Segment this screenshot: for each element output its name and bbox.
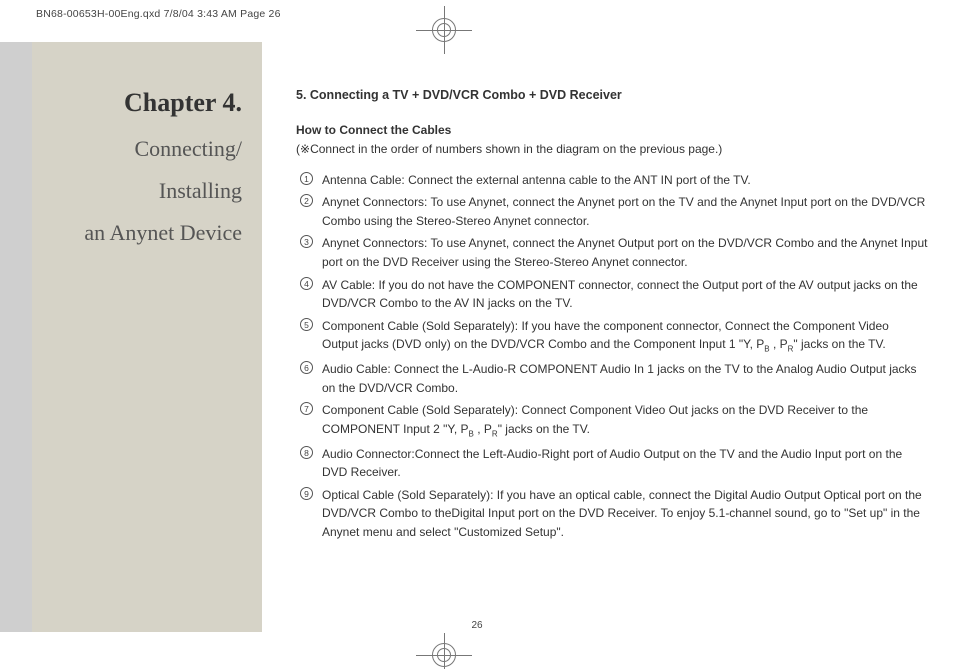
- step-text: Audio Cable: Connect the L-Audio-R COMPO…: [322, 362, 917, 395]
- chapter-title-line3: an Anynet Device: [32, 212, 242, 254]
- section-title: 5. Connecting a TV + DVD/VCR Combo + DVD…: [296, 86, 928, 105]
- crop-mark-top: [420, 6, 468, 54]
- order-note: (※Connect in the order of numbers shown …: [296, 140, 928, 159]
- step-number-icon: 3: [300, 235, 313, 248]
- step-number-icon: 1: [300, 172, 313, 185]
- step-text: Anynet Connectors: To use Anynet, connec…: [322, 195, 925, 228]
- step-number-icon: 5: [300, 318, 313, 331]
- chapter-sidebar: Chapter 4. Connecting/ Installing an Any…: [32, 42, 262, 632]
- step-item: 6 Audio Cable: Connect the L-Audio-R COMP…: [300, 360, 928, 397]
- step-number-icon: 9: [300, 487, 313, 500]
- steps-list: 1 Antenna Cable: Connect the external ant…: [296, 171, 928, 542]
- step-item: 5 Component Cable (Sold Separately): If y…: [300, 317, 928, 356]
- chapter-number: Chapter 4.: [32, 88, 242, 118]
- main-content: 5. Connecting a TV + DVD/VCR Combo + DVD…: [296, 86, 928, 546]
- step-item: 8 Audio Connector:Connect the Left-Audio-…: [300, 445, 928, 482]
- step-item: 2 Anynet Connectors: To use Anynet, conne…: [300, 193, 928, 230]
- step-number-icon: 8: [300, 446, 313, 459]
- step-text: Component Cable (Sold Separately): If yo…: [322, 319, 889, 352]
- howto-heading: How to Connect the Cables: [296, 121, 928, 140]
- page-number: 26: [471, 620, 482, 631]
- step-item: 7 Component Cable (Sold Separately): Conn…: [300, 401, 928, 440]
- crop-mark-bottom: [420, 633, 468, 669]
- step-item: 1 Antenna Cable: Connect the external ant…: [300, 171, 928, 190]
- step-number-icon: 2: [300, 194, 313, 207]
- chapter-title-line1: Connecting/: [32, 128, 242, 170]
- step-item: 3 Anynet Connectors: To use Anynet, conne…: [300, 234, 928, 271]
- chapter-title-line2: Installing: [32, 170, 242, 212]
- step-text: Anynet Connectors: To use Anynet, connec…: [322, 236, 928, 269]
- print-header: BN68-00653H-00Eng.qxd 7/8/04 3:43 AM Pag…: [36, 8, 281, 20]
- binding-edge: [0, 42, 32, 632]
- step-number-icon: 6: [300, 361, 313, 374]
- step-text: Component Cable (Sold Separately): Conne…: [322, 403, 868, 436]
- step-text: Audio Connector:Connect the Left-Audio-R…: [322, 447, 902, 480]
- step-number-icon: 4: [300, 277, 313, 290]
- step-text: Antenna Cable: Connect the external ante…: [322, 173, 751, 187]
- note-symbol-icon: ※: [300, 142, 310, 156]
- step-number-icon: 7: [300, 402, 313, 415]
- step-text: Optical Cable (Sold Separately): If you …: [322, 488, 922, 539]
- note-body: Connect in the order of numbers shown in…: [310, 142, 722, 156]
- step-text: AV Cable: If you do not have the COMPONE…: [322, 278, 918, 311]
- step-item: 9 Optical Cable (Sold Separately): If you…: [300, 486, 928, 542]
- step-item: 4 AV Cable: If you do not have the COMPON…: [300, 276, 928, 313]
